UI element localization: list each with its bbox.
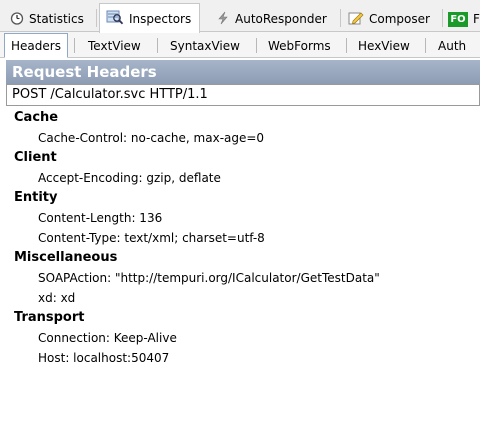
subtab-separator bbox=[346, 38, 347, 53]
group-entity[interactable]: Entity bbox=[0, 188, 480, 208]
request-inspector-tabs: Headers TextView SyntaxView WebForms Hex… bbox=[0, 32, 480, 58]
header-item[interactable]: Connection: Keep-Alive bbox=[0, 328, 480, 348]
tab-statistics[interactable]: Statistics bbox=[10, 6, 84, 32]
tab-statistics-label: Statistics bbox=[29, 12, 84, 26]
subtab-headers-label: Headers bbox=[11, 38, 61, 53]
header-item[interactable]: Content-Length: 136 bbox=[0, 208, 480, 228]
subtab-headers[interactable]: Headers bbox=[4, 33, 68, 58]
subtab-separator bbox=[157, 38, 158, 53]
lightning-icon bbox=[216, 11, 230, 28]
subtab-syntaxview-label: SyntaxView bbox=[170, 38, 240, 53]
subtab-textview[interactable]: TextView bbox=[88, 34, 141, 57]
tab-composer-label: Composer bbox=[369, 12, 430, 26]
request-headers-title: Request Headers bbox=[6, 60, 480, 84]
tab-composer[interactable]: Composer bbox=[348, 6, 430, 32]
request-line[interactable]: POST /Calculator.svc HTTP/1.1 bbox=[6, 84, 480, 106]
tab-inspectors-label: Inspectors bbox=[129, 11, 192, 26]
headers-tree: Cache Cache-Control: no-cache, max-age=0… bbox=[0, 108, 480, 368]
subtab-hexview[interactable]: HexView bbox=[358, 34, 410, 57]
tab-fiddler-orchestra[interactable]: FO F bbox=[448, 6, 480, 32]
fo-icon: FO bbox=[448, 11, 468, 27]
tab-separator bbox=[442, 9, 443, 27]
subtab-separator bbox=[74, 38, 75, 53]
subtab-auth-label: Auth bbox=[438, 38, 467, 53]
group-client[interactable]: Client bbox=[0, 148, 480, 168]
subtab-separator bbox=[425, 38, 426, 53]
subtab-auth[interactable]: Auth bbox=[438, 34, 466, 57]
stopwatch-icon bbox=[10, 11, 24, 28]
subtab-hexview-label: HexView bbox=[358, 38, 410, 53]
tab-autoresponder-label: AutoResponder bbox=[235, 12, 327, 26]
tab-separator bbox=[340, 9, 341, 27]
subtab-webforms[interactable]: WebForms bbox=[268, 34, 331, 57]
header-item[interactable]: Host: localhost:50407 bbox=[0, 348, 480, 368]
subtab-separator bbox=[256, 38, 257, 53]
group-cache[interactable]: Cache bbox=[0, 108, 480, 128]
tab-autoresponder[interactable]: AutoResponder bbox=[216, 6, 327, 32]
header-item[interactable]: Accept-Encoding: gzip, deflate bbox=[0, 168, 480, 188]
inspector-tab-strip: Statistics Inspectors AutoResponder Comp… bbox=[0, 0, 480, 33]
tab-inspectors[interactable]: Inspectors bbox=[99, 3, 201, 33]
headers-empty-area bbox=[6, 370, 480, 430]
group-transport[interactable]: Transport bbox=[0, 308, 480, 328]
subtab-syntaxview[interactable]: SyntaxView bbox=[170, 34, 240, 57]
pencil-icon bbox=[348, 10, 364, 29]
tab-separator bbox=[96, 9, 97, 27]
tab-fo-label: F bbox=[473, 12, 480, 26]
subtab-webforms-label: WebForms bbox=[268, 38, 331, 53]
magnifier-icon bbox=[106, 9, 124, 28]
header-item[interactable]: Cache-Control: no-cache, max-age=0 bbox=[0, 128, 480, 148]
header-item[interactable]: Content-Type: text/xml; charset=utf-8 bbox=[0, 228, 480, 248]
group-miscellaneous[interactable]: Miscellaneous bbox=[0, 248, 480, 268]
subtab-textview-label: TextView bbox=[88, 38, 141, 53]
header-item[interactable]: xd: xd bbox=[0, 288, 480, 308]
header-item[interactable]: SOAPAction: "http://tempuri.org/ICalcula… bbox=[0, 268, 480, 288]
